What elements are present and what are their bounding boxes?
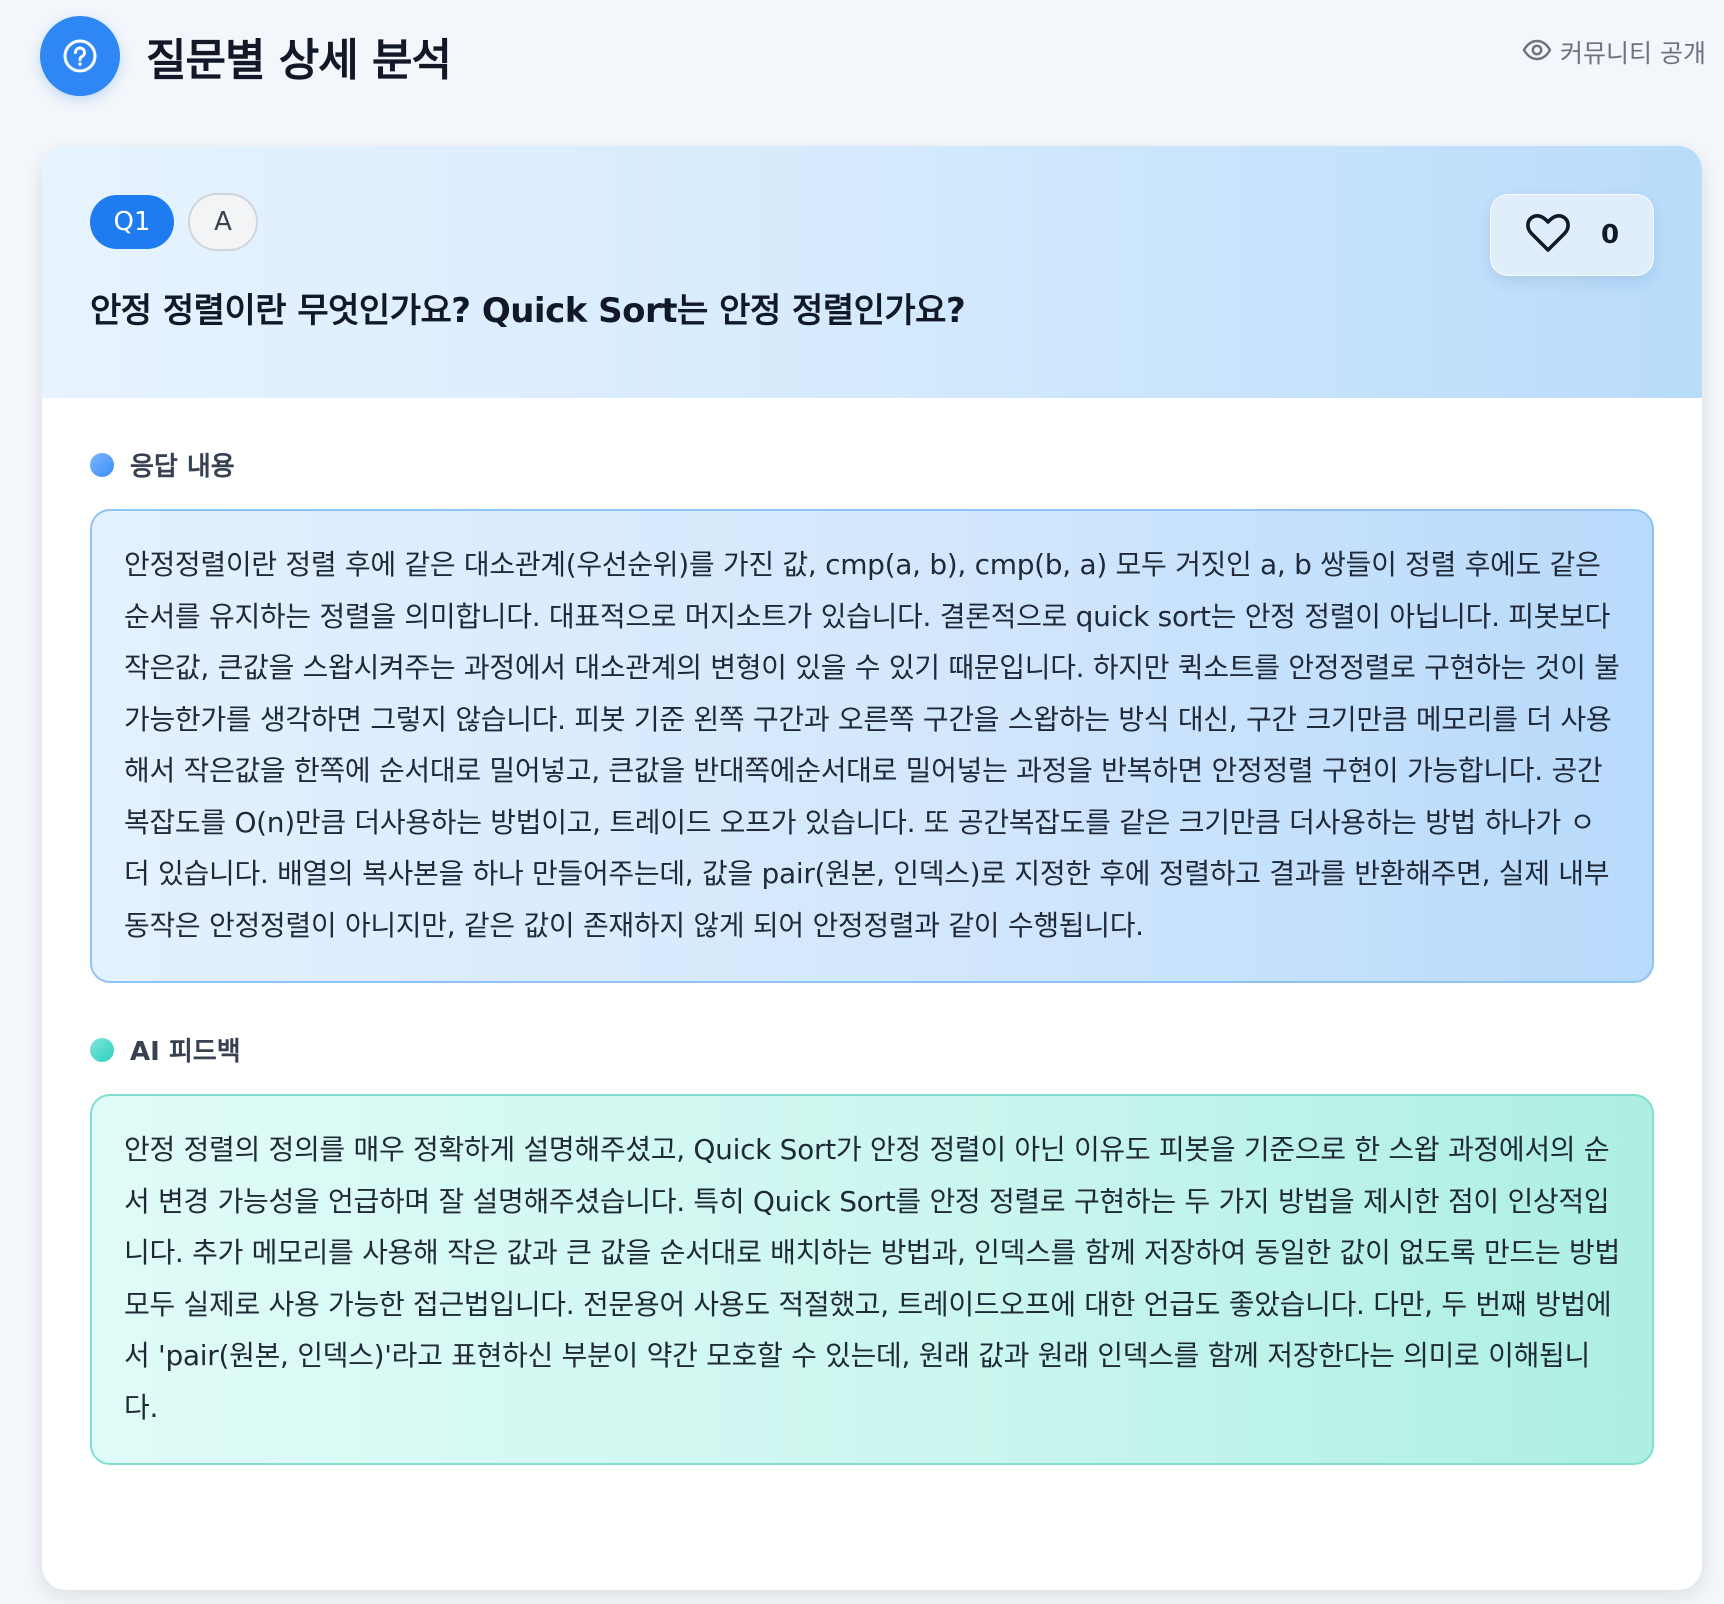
feedback-text: 안정 정렬의 정의를 매우 정확하게 설명해주셨고, Quick Sort가 안… [124,1133,1620,1424]
question-card: Q1 A 안정 정렬이란 무엇인가요? Quick Sort는 안정 정렬인가요… [42,146,1702,1590]
like-button[interactable]: 0 [1490,194,1654,276]
answer-text: 안정정렬이란 정렬 후에 같은 대소관계(우선순위)를 가진 값, cmp(a,… [124,548,1620,942]
feedback-label: AI 피드백 [130,1037,241,1067]
like-count: 0 [1600,220,1620,250]
answer-label: 응답 내용 [130,452,235,482]
card-body: 응답 내용 안정정렬이란 정렬 후에 같은 대소관계(우선순위)를 가진 값, … [42,446,1702,1465]
question-text: 안정 정렬이란 무엇인가요? Quick Sort는 안정 정렬인가요? [90,291,966,331]
question-number-badge: Q1 [90,195,174,249]
question-header: Q1 A 안정 정렬이란 무엇인가요? Quick Sort는 안정 정렬인가요… [42,146,1702,398]
question-circle-icon [40,16,120,96]
community-label: 커뮤니티 공개 [1560,39,1706,68]
answer-section-label: 응답 내용 [90,446,1654,483]
answer-box: 안정정렬이란 정렬 후에 같은 대소관계(우선순위)를 가진 값, cmp(a,… [90,509,1654,983]
page-header: 질문별 상세 분석 커뮤니티 공개 [40,16,1706,96]
answer-dot-icon [90,452,114,477]
feedback-box: 안정 정렬의 정의를 매우 정확하게 설명해주셨고, Quick Sort가 안… [90,1094,1654,1465]
page-title: 질문별 상세 분석 [146,35,452,86]
feedback-section-label: AI 피드백 [90,1031,1654,1068]
eye-icon [1522,38,1552,67]
heart-icon [1525,213,1571,257]
community-visibility-button[interactable]: 커뮤니티 공개 [1522,34,1706,70]
badge-group: Q1 A [90,193,1654,251]
feedback-dot-icon [90,1037,114,1062]
page: 질문별 상세 분석 커뮤니티 공개 Q1 A 안정 정렬이란 무엇인가요? Qu… [0,0,1724,1604]
answer-type-badge: A [188,193,258,251]
